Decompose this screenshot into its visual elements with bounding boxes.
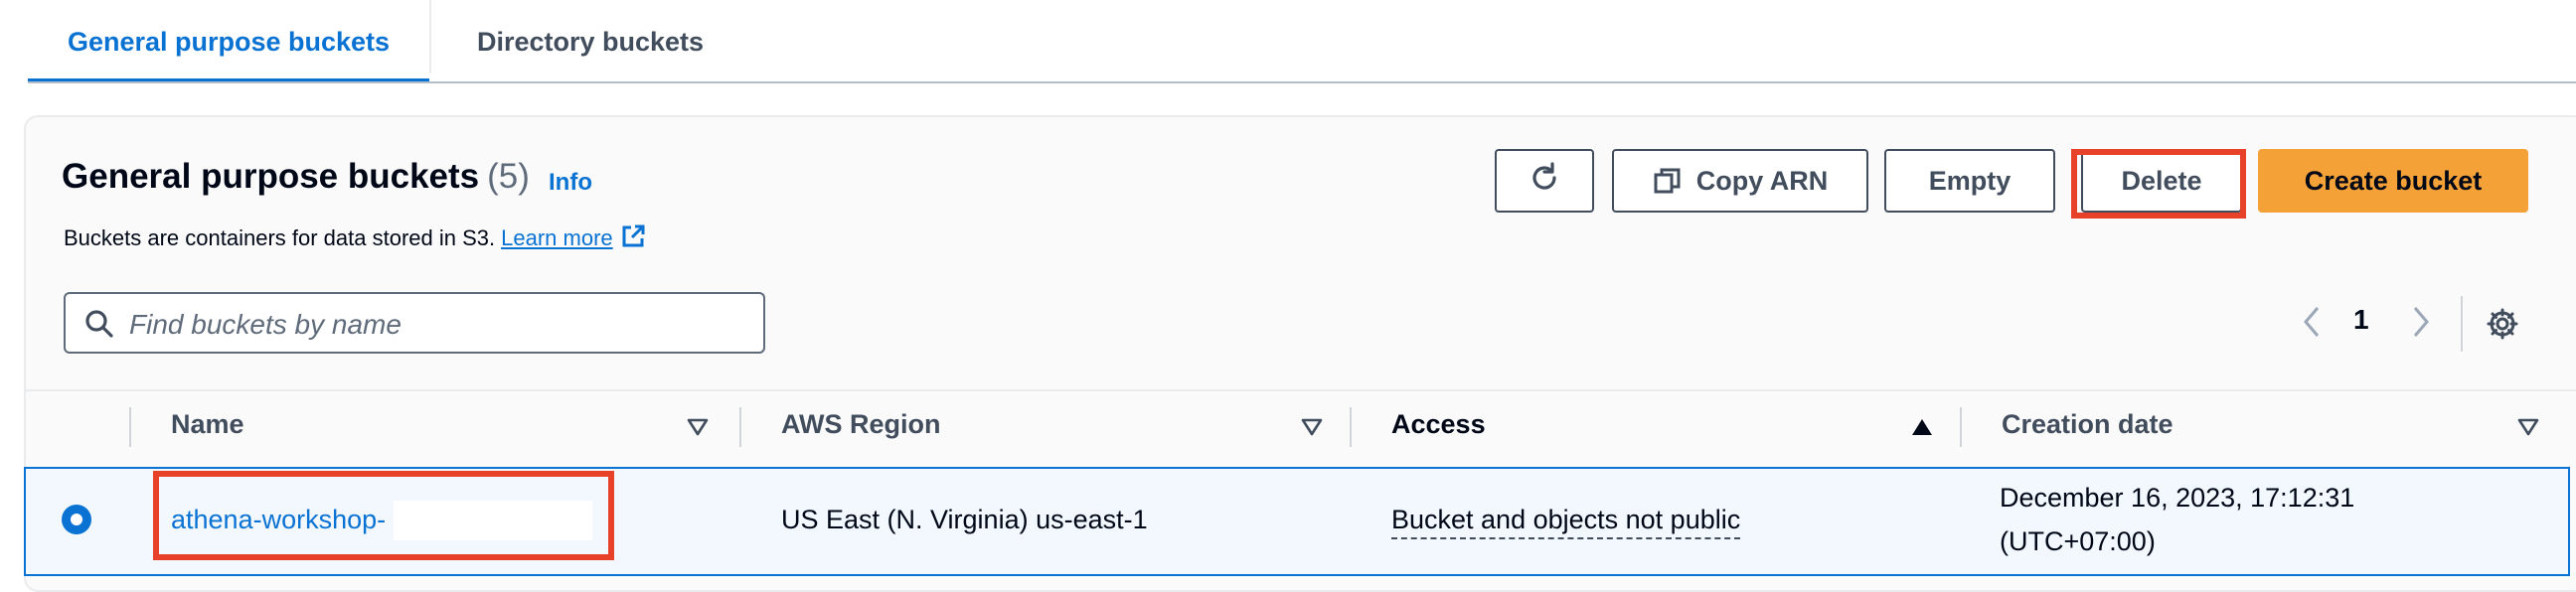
search-field[interactable] [64,292,765,354]
create-bucket-label: Create bucket [2304,165,2483,196]
gear-icon[interactable] [2485,306,2520,347]
current-page-number[interactable]: 1 [2353,304,2369,336]
bucket-region: US East (N. Virginia) us-east-1 [781,505,1148,534]
tab-directory-buckets[interactable]: Directory buckets [431,0,749,83]
column-header-creation-date[interactable]: Creation date [2002,409,2174,440]
column-separator[interactable] [1960,407,1962,447]
external-link-icon [619,222,647,256]
panel-title-text: General purpose buckets [62,157,480,196]
panel-title: General purpose buckets (5) [62,157,530,197]
delete-button[interactable]: Delete [2081,149,2242,213]
sort-up-icon[interactable] [1910,417,1934,442]
empty-button[interactable]: Empty [1884,149,2055,213]
create-bucket-button[interactable]: Create bucket [2258,149,2528,213]
creation-timezone: (UTC+07:00) [2000,526,2156,556]
learn-more-link[interactable]: Learn more [501,225,613,250]
column-header-name[interactable]: Name [171,409,244,440]
column-header-region[interactable]: AWS Region [781,409,941,440]
sort-down-icon[interactable] [1300,417,1324,442]
panel-description: Buckets are containers for data stored i… [64,222,647,256]
column-separator [129,407,131,447]
redacted-area [394,501,592,540]
bucket-access[interactable]: Bucket and objects not public [1391,505,1741,539]
column-separator[interactable] [739,407,741,447]
next-page-icon[interactable] [2409,304,2433,345]
refresh-icon [1528,161,1561,202]
tab-directory-label: Directory buckets [476,26,705,57]
previous-page-icon[interactable] [2300,304,2324,345]
pagination-divider [2461,296,2463,352]
creation-date: December 16, 2023, 17:12:31 [2000,483,2355,513]
tab-general-purpose-label: General purpose buckets [67,26,391,57]
refresh-button[interactable] [1495,149,1594,213]
copy-icon [1653,166,1683,196]
sort-down-icon[interactable] [686,417,710,442]
bucket-name-link[interactable]: athena-workshop- [171,505,386,535]
copy-arn-label: Copy ARN [1695,165,1829,196]
column-separator[interactable] [1350,407,1352,447]
column-header-access[interactable]: Access [1391,409,1486,440]
tab-general-purpose-buckets[interactable]: General purpose buckets [28,0,429,83]
search-input[interactable] [127,304,747,346]
copy-arn-button[interactable]: Copy ARN [1612,149,1868,213]
description-text: Buckets are containers for data stored i… [64,224,496,250]
empty-label: Empty [1928,165,2012,196]
search-icon [83,308,115,345]
delete-label: Delete [2121,165,2202,196]
bucket-tabs: General purpose buckets Directory bucket… [0,0,2576,83]
row-select-radio[interactable] [62,505,91,534]
sort-down-icon[interactable] [2516,417,2540,442]
tabs-baseline [28,81,2576,83]
info-link[interactable]: Info [549,169,592,197]
bucket-count: (5) [487,157,530,196]
